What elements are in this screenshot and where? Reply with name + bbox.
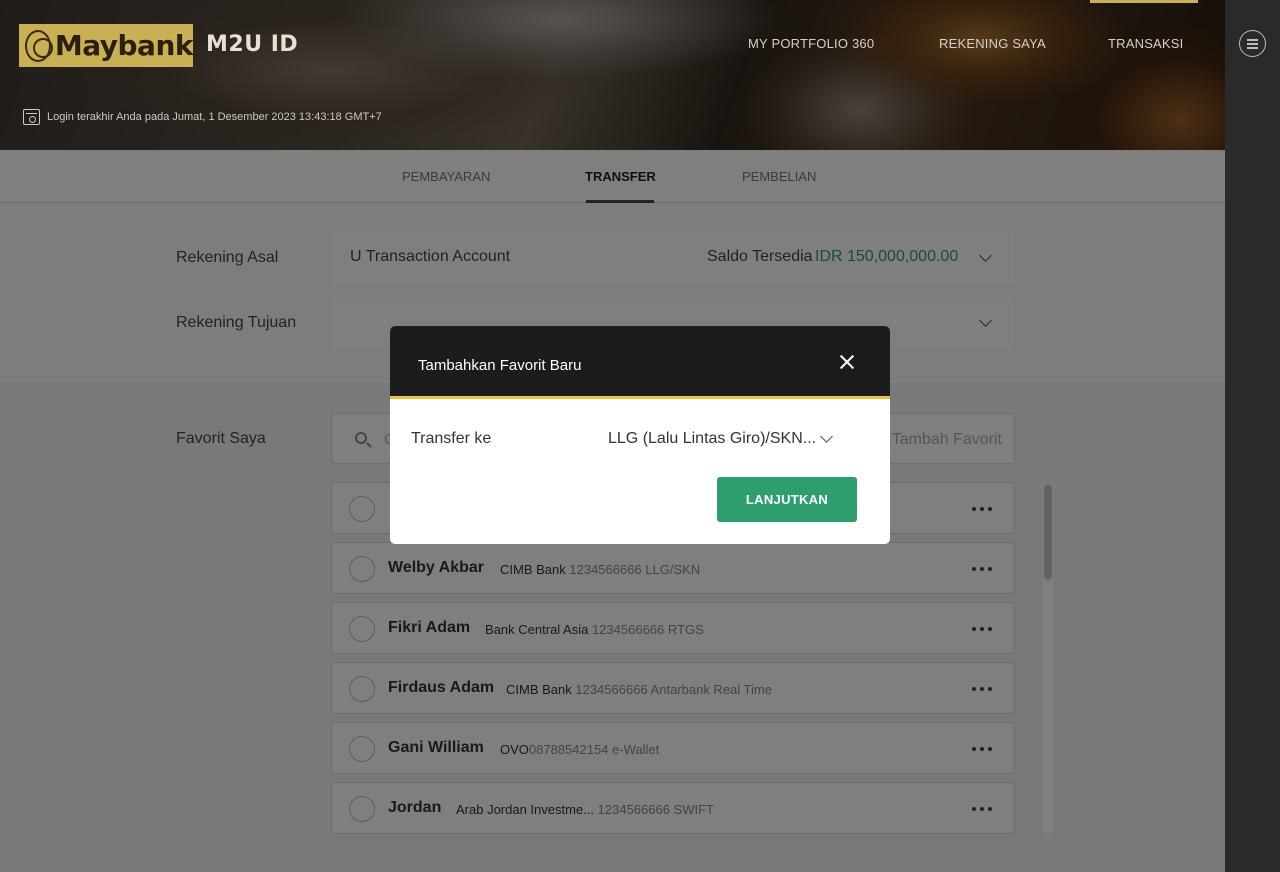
last-login-info: Login terakhir Anda pada Jumat, 1 Desemb… (23, 109, 382, 125)
transfer-type-label: Transfer ke (411, 430, 492, 447)
last-login-text: Login terakhir Anda pada Jumat, 1 Desemb… (47, 111, 382, 123)
calendar-clock-icon (23, 109, 40, 125)
modal-header: Tambahkan Favorit Baru (390, 326, 890, 399)
maybank-logo[interactable]: Maybank (19, 24, 194, 67)
product-name: M2U ID (206, 32, 299, 57)
hamburger-menu-icon[interactable] (1239, 30, 1266, 57)
nav-portfolio[interactable]: MY PORTFOLIO 360 (748, 36, 874, 51)
chevron-down-icon (820, 430, 833, 443)
close-icon[interactable] (838, 353, 856, 371)
transfer-type-select[interactable]: LLG (Lalu Lintas Giro)/SKN... (608, 430, 833, 448)
nav-transaksi[interactable]: TRANSAKSI (1108, 36, 1183, 51)
nav-accent-bar (1090, 0, 1198, 3)
transfer-type-value: LLG (Lalu Lintas Giro)/SKN... (608, 430, 817, 447)
nav-rekening-saya[interactable]: REKENING SAYA (939, 36, 1046, 51)
tiger-emblem-icon (25, 29, 53, 62)
brand-name: Maybank (54, 29, 194, 62)
modal-title: Tambahkan Favorit Baru (418, 357, 582, 374)
right-rail (1225, 0, 1280, 872)
continue-button[interactable]: LANJUTKAN (717, 477, 857, 522)
add-favorite-modal: Tambahkan Favorit Baru Transfer ke LLG (… (390, 326, 890, 544)
